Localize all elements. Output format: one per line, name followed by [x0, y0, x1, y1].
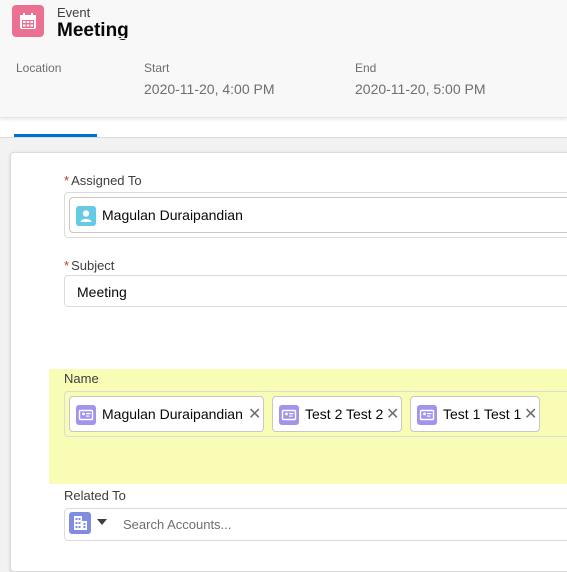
details-card: * Assigned To Magulan Duraipandian * Subje… [10, 152, 567, 572]
close-icon[interactable]: ✕ [248, 404, 261, 424]
name-pill-label: Test 2 Test 2 [305, 406, 384, 422]
header-divider [0, 38, 567, 39]
calendar-icon [12, 5, 44, 37]
end-label: End [355, 61, 377, 75]
related-to-field[interactable]: Search Accounts... [64, 508, 567, 541]
name-pill[interactable]: Magulan Duraipandian ✕ [69, 396, 264, 432]
related-to-search-input[interactable]: Search Accounts... [123, 517, 231, 532]
name-pill[interactable]: Test 1 Test 1 ✕ [410, 396, 540, 432]
related-to-label: Related To [64, 488, 126, 503]
assigned-to-label: * Assigned To [64, 173, 142, 188]
name-label: Name [64, 371, 99, 386]
record-header: Event Meeting Location Start 2020-11-20,… [0, 0, 567, 118]
contact-card-icon [76, 405, 96, 425]
name-field-section: Name Magulan Duraipandian ✕ Test 2 Test … [49, 369, 567, 484]
subject-input[interactable]: Meeting [64, 275, 567, 307]
contact-card-icon [279, 405, 299, 425]
object-type-label: Event [57, 5, 91, 20]
close-icon[interactable]: ✕ [386, 404, 399, 424]
subject-label: * Subject [64, 258, 115, 273]
chevron-down-icon[interactable] [97, 519, 107, 525]
close-icon[interactable]: ✕ [524, 404, 537, 424]
contact-card-icon [417, 405, 437, 425]
required-indicator: * [64, 173, 70, 188]
user-avatar-icon [76, 206, 96, 226]
start-value: 2020-11-20, 4:00 PM [144, 81, 275, 97]
required-indicator: * [64, 258, 70, 273]
name-pill[interactable]: Test 2 Test 2 ✕ [272, 396, 402, 432]
assigned-to-field[interactable]: Magulan Duraipandian [64, 192, 567, 238]
start-label: Start [144, 61, 170, 75]
location-label: Location [16, 61, 62, 75]
name-multiselect-field[interactable]: Magulan Duraipandian ✕ Test 2 Test 2 ✕ T… [64, 391, 567, 437]
name-pill-label: Test 1 Test 1 [443, 406, 522, 422]
account-building-icon[interactable] [69, 512, 91, 534]
assigned-to-value: Magulan Duraipandian [102, 207, 243, 223]
name-pill-label: Magulan Duraipandian [102, 406, 243, 422]
end-value: 2020-11-20, 5:00 PM [355, 81, 486, 97]
assigned-to-pill[interactable]: Magulan Duraipandian [69, 197, 567, 233]
active-tab-indicator [14, 134, 97, 137]
